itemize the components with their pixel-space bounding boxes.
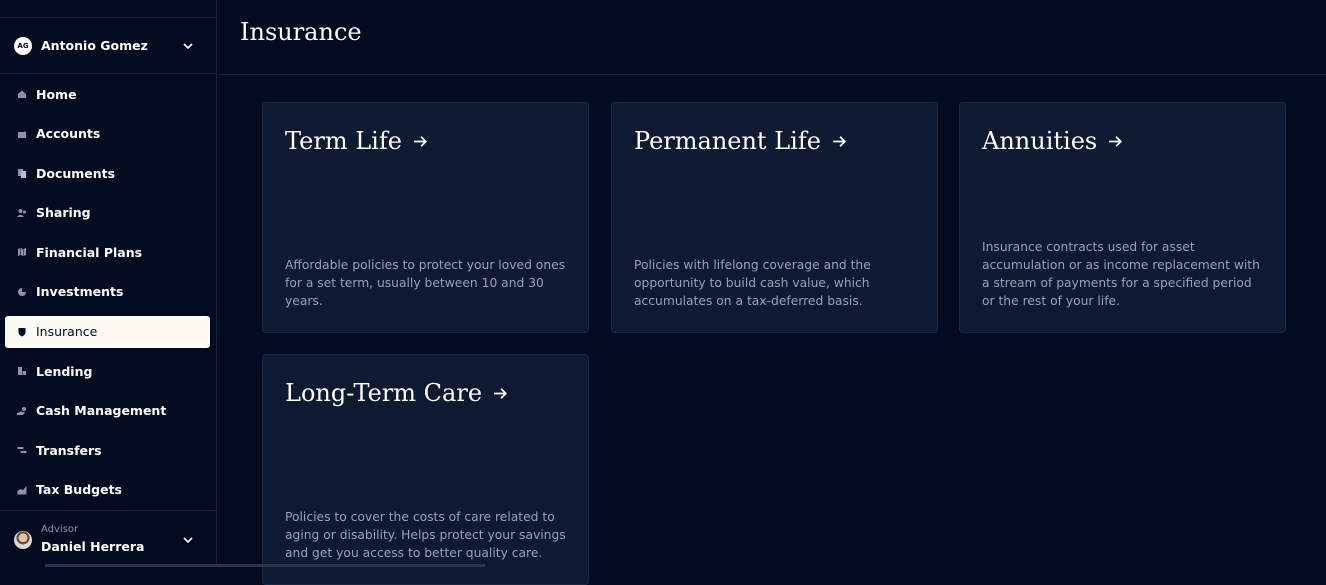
page-title: Insurance (240, 18, 362, 46)
card-title: Annuities (982, 127, 1124, 155)
advisor-menu[interactable]: Advisor Daniel Herrera (0, 510, 216, 567)
sidebar-nav: Home Accounts Documents Sharing Financia… (0, 78, 216, 514)
home-icon (17, 89, 27, 99)
user-menu[interactable]: AG Antonio Gomez (0, 18, 216, 74)
sidebar-item-investments[interactable]: Investments (5, 276, 210, 308)
sidebar-item-accounts[interactable]: Accounts (5, 118, 210, 150)
sidebar-item-label: Lending (36, 363, 93, 379)
card-annuities[interactable]: Annuities Insurance contracts used for a… (959, 102, 1286, 333)
sidebar-item-label: Financial Plans (36, 244, 143, 260)
transfer-icon (17, 445, 27, 455)
card-description: Policies with lifelong coverage and the … (634, 258, 871, 308)
documents-icon (17, 168, 27, 179)
sidebar-item-label: Investments (36, 284, 124, 300)
sidebar-item-financial-plans[interactable]: Financial Plans (5, 236, 210, 268)
chevron-down-icon[interactable] (182, 40, 194, 52)
card-title-text: Term Life (285, 127, 402, 155)
building-icon (17, 366, 27, 376)
arrow-right-icon (494, 387, 508, 399)
sidebar-item-label: Transfers (36, 442, 102, 458)
chart-up-icon (17, 485, 27, 495)
chevron-down-icon[interactable] (182, 534, 194, 546)
arrow-right-icon (1109, 135, 1123, 147)
user-name: Antonio Gomez (41, 38, 148, 53)
sidebar-item-transfers[interactable]: Transfers (5, 434, 210, 466)
sidebar: AG Antonio Gomez Home Accounts Documents… (0, 0, 217, 567)
sidebar-item-label: Insurance (36, 324, 98, 340)
sidebar-item-label: Cash Management (36, 403, 167, 419)
card-title-text: Long-Term Care (285, 379, 483, 407)
sidebar-item-label: Documents (36, 165, 116, 181)
map-icon (17, 247, 27, 257)
card-permanent-life[interactable]: Permanent Life Policies with lifelong co… (611, 102, 938, 333)
card-description: Policies to cover the costs of care rela… (285, 510, 566, 560)
hand-coin-icon (17, 406, 27, 416)
sidebar-item-documents[interactable]: Documents (5, 157, 210, 189)
card-description: Insurance contracts used for asset accum… (982, 240, 1260, 308)
card-title-text: Permanent Life (634, 127, 821, 155)
card-title-text: Annuities (982, 127, 1098, 155)
sidebar-item-label: Sharing (36, 205, 91, 221)
user-avatar: AG (14, 36, 32, 55)
card-long-term-care[interactable]: Long-Term Care Policies to cover the cos… (262, 354, 589, 585)
advisor-caption: Advisor (41, 524, 79, 535)
advisor-avatar (14, 531, 32, 549)
people-icon (17, 208, 27, 218)
sidebar-item-label: Tax Budgets (36, 482, 122, 498)
sidebar-item-tax-budgets[interactable]: Tax Budgets (5, 474, 210, 506)
arrow-right-icon (833, 135, 846, 147)
sidebar-item-label: Accounts (36, 126, 101, 142)
card-description: Affordable policies to protect your love… (285, 258, 566, 308)
shield-icon (17, 327, 27, 337)
sidebar-item-sharing[interactable]: Sharing (5, 197, 210, 229)
advisor-name: Daniel Herrera (41, 539, 145, 554)
sidebar-item-cash-management[interactable]: Cash Management (5, 395, 210, 427)
card-title: Long-Term Care (285, 379, 509, 407)
arrow-right-icon (414, 135, 427, 147)
pie-chart-icon (17, 287, 27, 297)
sidebar-item-insurance[interactable]: Insurance (5, 315, 210, 348)
sidebar-item-lending[interactable]: Lending (5, 355, 210, 387)
wallet-icon (17, 129, 27, 139)
card-title: Permanent Life (634, 127, 848, 155)
card-term-life[interactable]: Term Life Affordable policies to protect… (262, 102, 589, 333)
sidebar-item-label: Home (36, 86, 77, 102)
page-header: Insurance (218, 0, 1326, 75)
sidebar-item-home[interactable]: Home (5, 78, 210, 110)
card-title: Term Life (285, 127, 429, 155)
